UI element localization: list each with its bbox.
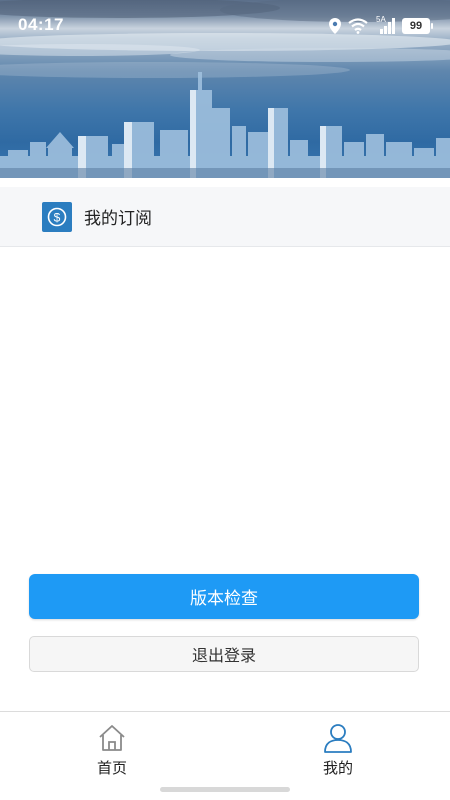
location-icon xyxy=(329,18,341,34)
cellular-signal-icon: 5A xyxy=(374,15,396,35)
tab-mine[interactable]: 我的 xyxy=(298,722,378,778)
header-banner: 04:17 5A 99 xyxy=(0,0,450,178)
subscription-label: 我的订阅 xyxy=(84,209,152,229)
home-indicator-bar[interactable] xyxy=(160,787,290,792)
city-skyline-image xyxy=(0,72,450,178)
logout-button[interactable]: 退出登录 xyxy=(29,636,419,672)
tab-home[interactable]: 首页 xyxy=(72,722,152,778)
tab-home-label: 首页 xyxy=(96,759,127,777)
home-icon xyxy=(99,725,125,751)
my-subscription-item[interactable]: $ 我的订阅 xyxy=(0,187,450,247)
battery-icon: 99 xyxy=(402,18,433,34)
version-check-button[interactable]: 版本检查 xyxy=(29,574,419,619)
dollar-coin-icon: $ xyxy=(42,201,72,232)
wifi-icon xyxy=(348,18,368,34)
profile-screen: 04:17 5A 99 $ 我的订阅 版本检查 退出登录 首页 我的 xyxy=(0,0,450,800)
svg-text:$: $ xyxy=(54,210,61,224)
user-profile-icon xyxy=(324,724,352,753)
status-icons: 5A 99 xyxy=(328,15,433,36)
status-bar: 04:17 5A 99 xyxy=(0,0,450,50)
tab-mine-label: 我的 xyxy=(322,759,353,777)
status-time: 04:17 xyxy=(18,15,64,34)
